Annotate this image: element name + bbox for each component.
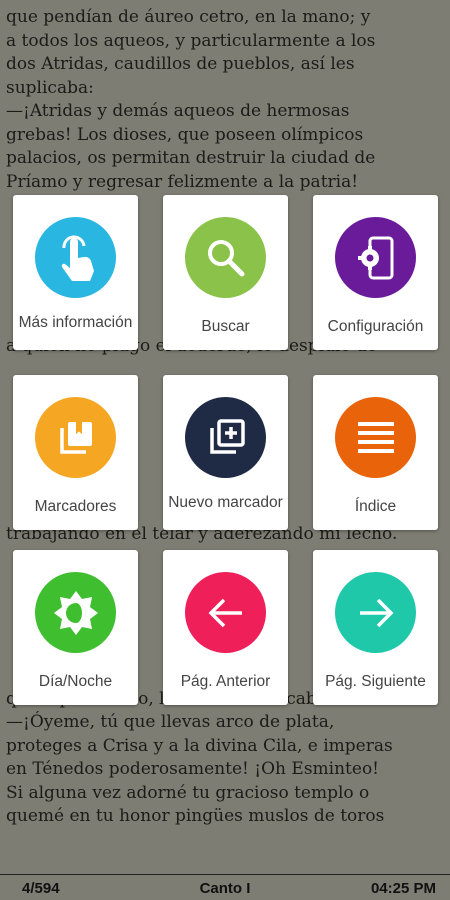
prev-page-button[interactable]: Pág. Anterior: [163, 550, 288, 705]
text-line: palacios, os permitan destruir la ciudad…: [6, 148, 376, 168]
prev-page-icon-circle: [185, 572, 266, 653]
bookmarks-icon-circle: [35, 397, 116, 478]
more-info-label: Más información: [18, 314, 133, 331]
text-line: a todos los aqueos, y particularmente a …: [6, 30, 376, 51]
add-bookmark-icon: [209, 418, 245, 454]
magnifier-icon: [207, 239, 244, 276]
touch-hand-icon: [61, 235, 94, 281]
more-info-icon-circle: [35, 217, 116, 298]
bookmarks-button[interactable]: Marcadores: [13, 375, 138, 530]
status-bar: Canto I 4/594 04:25 PM: [0, 874, 450, 900]
text-line: —¡Óyeme, tú que llevas arco de plata,: [6, 712, 335, 732]
arrow-right-icon: [359, 598, 393, 627]
index-button[interactable]: Índice: [313, 375, 438, 530]
more-info-button[interactable]: Más información: [13, 195, 138, 350]
index-icon-circle: [335, 397, 416, 478]
list-icon: [357, 421, 394, 453]
text-line: proteges a Crisa y a la divina Cila, e i…: [6, 735, 393, 756]
index-label: Índice: [354, 498, 397, 515]
new-bookmark-label: Nuevo marcador: [168, 494, 283, 511]
day-night-button[interactable]: Día/Noche: [13, 550, 138, 705]
settings-label: Configuración: [327, 318, 424, 335]
search-label: Buscar: [201, 318, 250, 335]
text-line: dos Atridas, caudillos de pueblos, así l…: [6, 54, 355, 74]
text-line: grebas! Los dioses, que poseen olímpicos: [6, 124, 364, 145]
phone-settings-icon: [357, 236, 393, 279]
text-line: quemé en tu honor pingües muslos de toro…: [6, 806, 385, 826]
next-page-icon-circle: [335, 572, 416, 653]
bookmarks-label: Marcadores: [34, 498, 117, 515]
text-line: suplicaba:: [6, 77, 94, 98]
text-line: que pendían de áureo cetro, en la mano; …: [6, 7, 371, 27]
settings-icon-circle: [335, 217, 416, 298]
next-page-button[interactable]: Pág. Siguiente: [313, 550, 438, 705]
day-night-label: Día/Noche: [38, 673, 113, 690]
bookmarks-icon: [59, 421, 92, 454]
text-line: Príamo y regresar felizmente a la patria…: [6, 171, 359, 192]
text-line: —¡Atridas y demás aqueos de hermosas: [6, 101, 350, 121]
arrow-left-icon: [208, 598, 242, 627]
text-line: en Ténedos poderosamente! ¡Oh Esminteo!: [6, 759, 380, 779]
clock: 04:25 PM: [370, 880, 436, 897]
new-bookmark-icon-circle: [185, 397, 266, 478]
brightness-icon: [53, 590, 98, 635]
search-button[interactable]: Buscar: [163, 195, 288, 350]
text-line: Si alguna vez adorné tu gracioso templo …: [6, 782, 370, 803]
prev-page-label: Pág. Anterior: [180, 673, 271, 690]
search-icon-circle: [185, 217, 266, 298]
next-page-label: Pág. Siguiente: [325, 673, 426, 690]
settings-button[interactable]: Configuración: [313, 195, 438, 350]
page-counter: 4/594: [22, 880, 60, 897]
new-bookmark-button[interactable]: Nuevo marcador: [163, 375, 288, 530]
day-night-icon-circle: [35, 572, 116, 653]
